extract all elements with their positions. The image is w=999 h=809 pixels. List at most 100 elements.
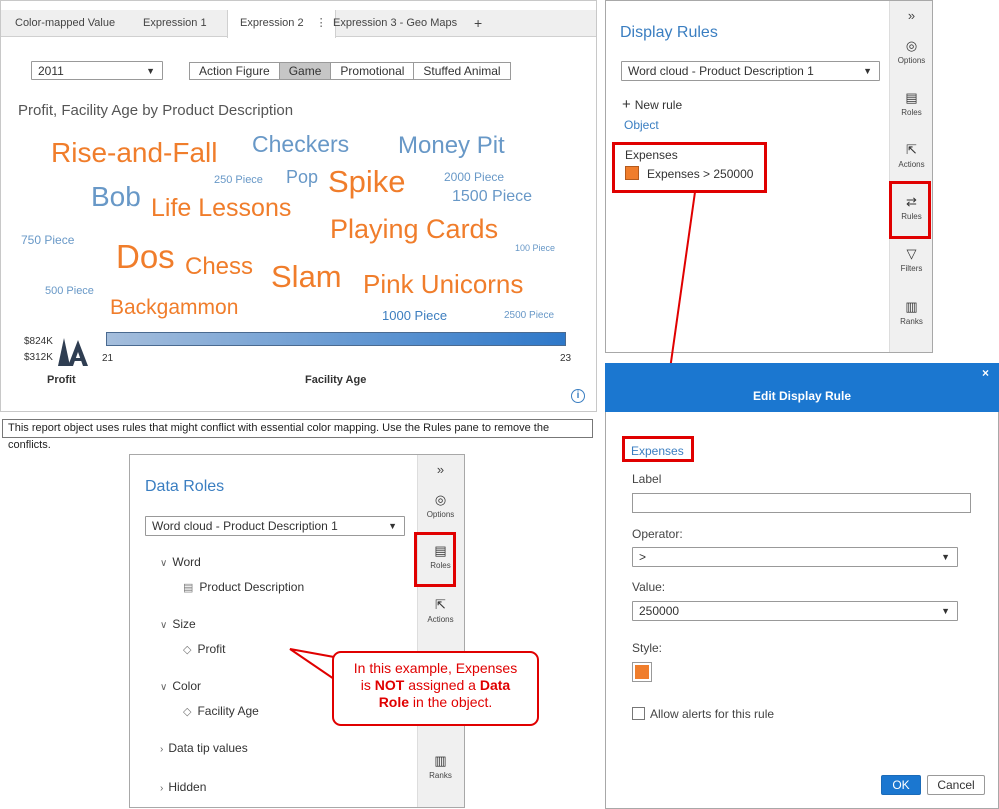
measure-icon: ◇ bbox=[183, 706, 192, 718]
word[interactable]: Checkers bbox=[252, 133, 349, 156]
rail-label: Options bbox=[897, 56, 926, 65]
year-select[interactable]: 2011 ▼ bbox=[31, 61, 163, 80]
operator-select[interactable]: > ▼ bbox=[632, 547, 958, 567]
word[interactable]: Spike bbox=[328, 166, 406, 197]
role-label: Size bbox=[172, 617, 196, 631]
close-icon[interactable]: × bbox=[982, 366, 989, 380]
chevron-down-icon: ▼ bbox=[388, 521, 397, 531]
tab-bar: Color-mapped Value Expression 1 Expressi… bbox=[1, 10, 596, 38]
options-tab[interactable]: ◎ Options bbox=[890, 38, 933, 65]
collapse-pane-button[interactable]: » bbox=[890, 8, 933, 23]
roles-highlight-box bbox=[414, 532, 456, 587]
word[interactable]: 2000 Piece bbox=[444, 171, 504, 183]
cancel-button[interactable]: Cancel bbox=[927, 775, 985, 795]
bar-chart-icon: ▥ bbox=[434, 753, 447, 768]
word[interactable]: 500 Piece bbox=[45, 286, 94, 297]
color-legend-label: Facility Age bbox=[305, 374, 367, 386]
label-input[interactable] bbox=[632, 493, 971, 513]
button-promotional[interactable]: Promotional bbox=[331, 63, 415, 79]
word[interactable]: 250 Piece bbox=[214, 175, 263, 186]
rules-object-select[interactable]: Word cloud - Product Description 1 ▼ bbox=[621, 61, 880, 81]
role-label: Hidden bbox=[168, 780, 207, 794]
word[interactable]: Slam bbox=[271, 261, 342, 292]
word[interactable]: 1500 Piece bbox=[452, 189, 532, 205]
role-item-label: Product Description bbox=[199, 580, 305, 594]
object-select[interactable]: Word cloud - Product Description 1 ▼ bbox=[145, 516, 405, 536]
button-action-figure[interactable]: Action Figure bbox=[190, 63, 280, 79]
chevron-down-icon: ▼ bbox=[941, 552, 950, 562]
filters-tab[interactable]: ▽ Filters bbox=[890, 246, 933, 273]
word[interactable]: 750 Piece bbox=[21, 234, 74, 246]
role-section-hidden[interactable]: › Hidden bbox=[160, 780, 206, 794]
value-select[interactable]: 250000 ▼ bbox=[632, 601, 958, 621]
collapse-pane-button[interactable]: » bbox=[417, 462, 464, 477]
new-rule-label: New rule bbox=[634, 98, 683, 112]
dialog-title: Edit Display Rule bbox=[605, 363, 999, 412]
chevron-down-icon: ∨ bbox=[160, 682, 168, 693]
word[interactable]: Backgammon bbox=[110, 297, 238, 318]
role-section-word[interactable]: ∨ Word bbox=[160, 555, 201, 569]
chevron-down-icon: ∨ bbox=[160, 620, 168, 631]
role-section-data-tip-values[interactable]: › Data tip values bbox=[160, 741, 248, 755]
callout-emphasis: NOT bbox=[374, 677, 405, 693]
rules-tab-highlight-box bbox=[889, 181, 931, 239]
style-label: Style: bbox=[632, 641, 663, 655]
actions-tab[interactable]: ⇱ Actions bbox=[890, 142, 933, 169]
button-stuffed-animal[interactable]: Stuffed Animal bbox=[414, 63, 509, 79]
role-section-size[interactable]: ∨ Size bbox=[160, 617, 196, 631]
callout-line-3: Role in the object. bbox=[334, 694, 537, 711]
word[interactable]: 1000 Piece bbox=[382, 309, 447, 322]
word[interactable]: 2500 Piece bbox=[504, 311, 554, 321]
filter-icon: ▽ bbox=[906, 246, 917, 261]
word[interactable]: Playing Cards bbox=[330, 216, 498, 243]
button-game[interactable]: Game bbox=[279, 63, 332, 79]
tab-color-mapped-value[interactable]: Color-mapped Value bbox=[3, 10, 127, 37]
options-tab[interactable]: ◎ Options bbox=[417, 492, 464, 519]
word[interactable]: Pink Unicorns bbox=[363, 271, 523, 297]
display-rules-title: Display Rules bbox=[620, 24, 718, 41]
rail-label: Filters bbox=[900, 264, 923, 273]
role-item-product-description[interactable]: ▤ Product Description bbox=[183, 580, 304, 594]
rail-label: Actions bbox=[427, 615, 454, 624]
ok-button[interactable]: OK bbox=[881, 775, 921, 795]
word[interactable]: Rise-and-Fall bbox=[51, 139, 218, 167]
palette-icon: ◎ bbox=[905, 38, 918, 53]
allow-alerts-checkbox[interactable] bbox=[632, 707, 645, 720]
pointer-icon: ⇱ bbox=[435, 597, 446, 612]
word[interactable]: Life Lessons bbox=[151, 196, 291, 221]
ranks-tab[interactable]: ▥ Ranks bbox=[417, 753, 464, 780]
object-link[interactable]: Object bbox=[624, 118, 659, 132]
role-item-facility-age[interactable]: ◇ Facility Age bbox=[183, 704, 259, 718]
size-legend-min: $312K bbox=[24, 352, 53, 363]
year-select-value: 2011 bbox=[38, 64, 64, 78]
role-section-color[interactable]: ∨ Color bbox=[160, 679, 201, 693]
tab-expression-3-geo-maps[interactable]: Expression 3 - Geo Maps bbox=[321, 10, 469, 37]
category-icon: ▤ bbox=[183, 582, 194, 594]
callout-line-2: is NOT assigned a Data bbox=[334, 677, 537, 694]
actions-tab[interactable]: ⇱ Actions bbox=[417, 597, 464, 624]
operator-label: Operator: bbox=[632, 527, 683, 541]
new-rule-button[interactable]: + New rule bbox=[622, 96, 682, 113]
word[interactable]: 100 Piece bbox=[515, 244, 555, 253]
role-label: Color bbox=[172, 679, 202, 693]
word[interactable]: Bob bbox=[91, 183, 141, 211]
add-tab-button[interactable]: + bbox=[462, 10, 494, 37]
word[interactable]: Money Pit bbox=[398, 134, 505, 158]
ranks-tab[interactable]: ▥ Ranks bbox=[890, 299, 933, 326]
info-icon[interactable]: i bbox=[571, 389, 585, 403]
word[interactable]: Chess bbox=[185, 255, 253, 279]
role-label: Data tip values bbox=[168, 741, 248, 755]
role-item-profit[interactable]: ◇ Profit bbox=[183, 642, 225, 656]
callout-emphasis: Data bbox=[479, 677, 511, 693]
tab-expression-1[interactable]: Expression 1 bbox=[131, 10, 219, 37]
value-label: Value: bbox=[632, 580, 666, 594]
word[interactable]: Dos bbox=[116, 240, 175, 273]
chevron-down-icon: ▼ bbox=[146, 66, 155, 76]
role-item-label: Profit bbox=[197, 642, 226, 656]
tab-expression-2[interactable]: Expression 2 ⋮ bbox=[227, 10, 336, 38]
rule-highlight-box bbox=[612, 142, 767, 193]
roles-tab[interactable]: ▤ Roles bbox=[890, 90, 933, 117]
rail-label: Ranks bbox=[429, 771, 452, 780]
word[interactable]: Pop bbox=[286, 168, 318, 186]
style-color-picker[interactable] bbox=[632, 662, 652, 682]
